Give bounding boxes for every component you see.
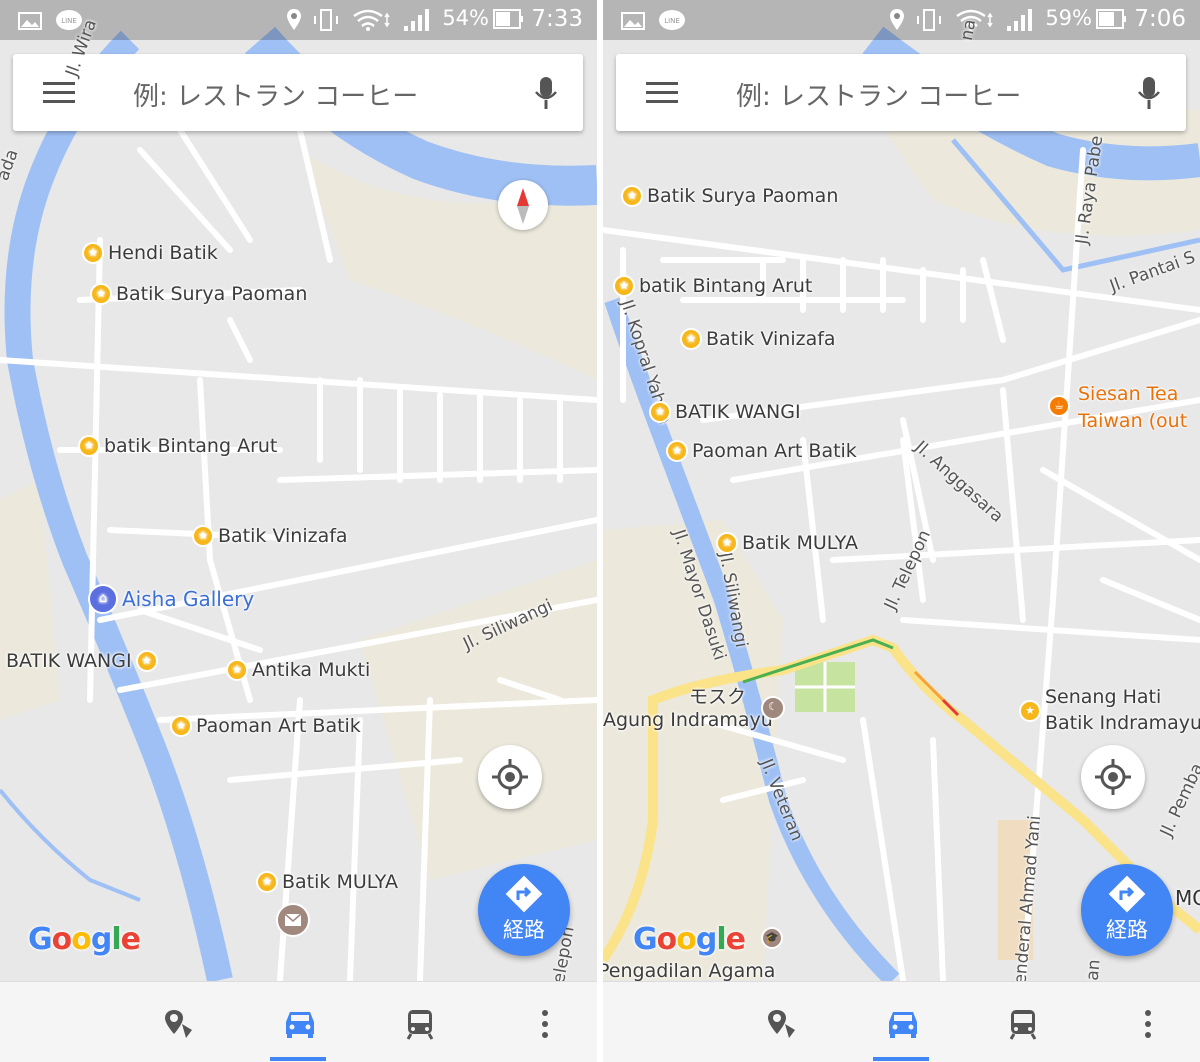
star-icon: ★ [621, 185, 643, 207]
poi-marker[interactable]: ★ batik Bintang Arut [613, 275, 812, 297]
road-label: MO [1175, 886, 1200, 910]
poi-marker[interactable]: Pengadilan Agama [603, 960, 775, 982]
school-icon[interactable]: 🎓 [761, 927, 783, 949]
bottom-nav [0, 981, 597, 1062]
tab-indicator [873, 1057, 929, 1061]
tab-indicator [270, 1057, 326, 1061]
my-location-button[interactable] [478, 745, 542, 809]
search-bar[interactable]: 例: レストラン コーヒー [616, 54, 1186, 131]
menu-icon[interactable] [43, 82, 75, 104]
signal-icon [1005, 8, 1035, 36]
directions-button[interactable]: 経路 [478, 864, 570, 956]
poi-marker[interactable]: ⌂ Aisha Gallery [88, 584, 254, 614]
star-icon: ★ [90, 283, 112, 305]
gallery-icon [621, 12, 645, 34]
poi-marker[interactable]: ★ Paoman Art Batik [666, 440, 857, 462]
poi-marker[interactable]: BATIK WANGI ★ [6, 650, 158, 672]
directions-icon [1108, 875, 1146, 913]
status-time: 7:33 [531, 6, 583, 32]
status-time: 7:06 [1134, 6, 1186, 32]
mail-icon[interactable] [276, 903, 310, 937]
right-screenshot: LINE 59% 7:06 例: レストラン コーヒー na Jl. Raya … [603, 0, 1200, 1062]
directions-label: 経路 [1106, 918, 1148, 942]
battery-percent: 59% [1045, 6, 1092, 30]
road-label: an [1082, 958, 1105, 982]
shopping-bag-icon: ⌂ [88, 584, 118, 614]
star-icon: ★ [666, 440, 688, 462]
my-location-icon [492, 759, 528, 795]
star-icon: ★ [613, 275, 635, 297]
star-icon: ★ [716, 532, 738, 554]
menu-icon[interactable] [646, 82, 678, 104]
cafe-icon: ☕ [1048, 395, 1070, 417]
star-icon: ★ [78, 435, 100, 457]
star-icon: ★ [649, 401, 671, 423]
star-icon: ★ [1019, 700, 1041, 722]
car-icon[interactable] [280, 1004, 320, 1044]
svg-text:LINE: LINE [664, 17, 680, 25]
poi-marker[interactable]: ★ Batik Vinizafa [192, 525, 348, 547]
wifi-icon [352, 8, 392, 36]
star-icon: ★ [680, 328, 702, 350]
star-icon: ★ [226, 659, 248, 681]
road-label: na [956, 17, 981, 43]
explore-icon[interactable] [160, 1004, 200, 1044]
poi-marker[interactable]: ★ Batik MULYA [256, 871, 398, 893]
my-location-icon [1095, 759, 1131, 795]
vibrate-icon [312, 8, 340, 36]
search-placeholder[interactable]: 例: レストラン コーヒー [736, 76, 1021, 113]
status-bar: LINE 59% 7:06 [603, 0, 1200, 40]
line-icon: LINE [658, 9, 686, 37]
star-icon: ★ [82, 242, 104, 264]
google-logo: Google [633, 922, 746, 957]
location-pin-icon [889, 8, 905, 36]
directions-label: 経路 [503, 918, 545, 942]
search-bar[interactable]: 例: レストラン コーヒー [13, 54, 583, 131]
more-icon[interactable] [525, 1004, 565, 1044]
star-icon: ★ [170, 715, 192, 737]
transit-icon[interactable] [400, 1004, 440, 1044]
left-screenshot: LINE 54% 7:33 例: レストラン コーヒー Jl. Siliwang… [0, 0, 597, 1062]
star-icon: ★ [135, 650, 158, 672]
poi-marker[interactable]: ★ batik Bintang Arut [78, 435, 277, 457]
star-icon: ★ [256, 871, 278, 893]
transit-icon[interactable] [1003, 1004, 1043, 1044]
car-icon[interactable] [883, 1004, 923, 1044]
poi-marker[interactable]: ★ Antika Mukti [226, 659, 370, 681]
directions-button[interactable]: 経路 [1081, 864, 1173, 956]
poi-marker[interactable]: ★ Hendi Batik [82, 242, 218, 264]
explore-icon[interactable] [763, 1004, 803, 1044]
bottom-nav [603, 981, 1200, 1062]
mic-icon[interactable] [535, 76, 557, 110]
poi-marker[interactable]: ★ BATIK WANGI [649, 401, 801, 423]
vibrate-icon [915, 8, 943, 36]
signal-icon [402, 8, 432, 36]
battery-icon [493, 8, 523, 34]
google-logo: Google [28, 922, 141, 957]
poi-marker[interactable]: ★ Batik MULYA [716, 532, 858, 554]
search-placeholder[interactable]: 例: レストラン コーヒー [133, 76, 418, 113]
location-pin-icon [286, 8, 302, 36]
mosque-icon: ☾ [761, 696, 785, 720]
star-icon: ★ [192, 525, 214, 547]
gallery-icon [18, 12, 42, 34]
battery-icon [1096, 8, 1126, 34]
my-location-button[interactable] [1081, 745, 1145, 809]
more-icon[interactable] [1128, 1004, 1168, 1044]
battery-percent: 54% [442, 6, 489, 30]
poi-marker[interactable]: ★ Batik Surya Paoman [90, 283, 307, 305]
mic-icon[interactable] [1138, 76, 1160, 110]
poi-marker[interactable]: ★ Batik Surya Paoman [621, 185, 838, 207]
directions-icon [505, 875, 543, 913]
poi-marker[interactable]: ★ Batik Vinizafa [680, 328, 836, 350]
svg-text:LINE: LINE [61, 17, 77, 25]
compass-icon[interactable] [498, 180, 548, 230]
poi-marker[interactable]: ★ Paoman Art Batik [170, 715, 361, 737]
